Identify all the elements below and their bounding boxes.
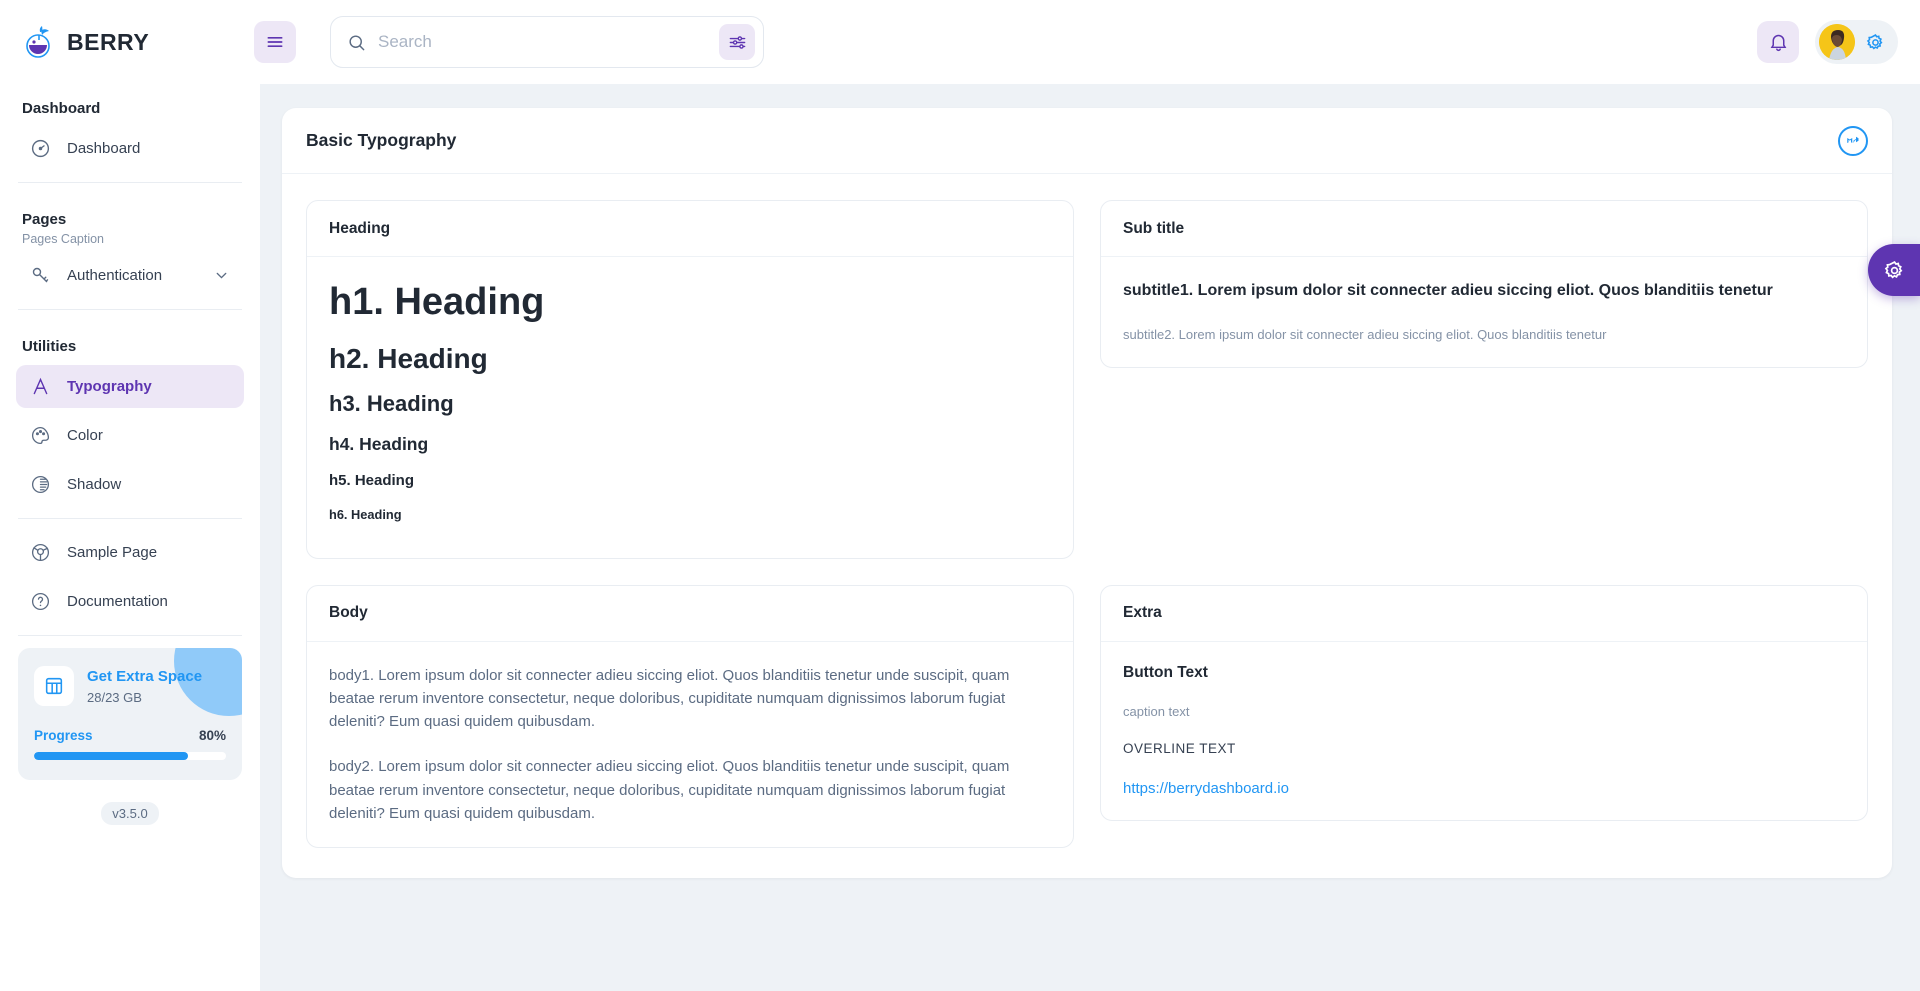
- version-badge: v3.5.0: [101, 802, 159, 825]
- profile-chip[interactable]: [1815, 20, 1898, 64]
- sidebar-item-label: Dashboard: [67, 140, 141, 157]
- search-input[interactable]: [378, 24, 707, 60]
- sidebar-divider: [18, 309, 242, 310]
- upgrade-card[interactable]: Get Extra Space 28/23 GB Progress 80%: [18, 648, 242, 780]
- subtitle2-text: subtitle2. Lorem ipsum dolor sit connect…: [1123, 327, 1607, 342]
- search-icon: [347, 33, 366, 52]
- main-content: Basic Typography Heading h1. Heading h2.…: [260, 84, 1920, 991]
- page-card-header: Basic Typography: [282, 108, 1892, 174]
- sidebar-item-label: Typography: [67, 378, 152, 395]
- chrome-circle-icon: [30, 542, 51, 563]
- typography-a-icon: [30, 376, 51, 397]
- top-header: BERRY: [0, 0, 1920, 84]
- progress-bar: [34, 752, 226, 760]
- brand-area[interactable]: BERRY: [0, 0, 260, 84]
- button-text-sample: Button Text: [1123, 663, 1208, 681]
- shadow-circle-icon: [30, 474, 51, 495]
- extra-card-title: Extra: [1101, 586, 1867, 642]
- heading-h6: h6. Heading: [329, 506, 402, 522]
- sidebar-item-color[interactable]: Color: [16, 414, 244, 457]
- upgrade-storage: 28/23 GB: [87, 689, 142, 705]
- sidebar-item-label: Documentation: [67, 593, 168, 610]
- sidebar-divider: [18, 182, 242, 183]
- heading-h1: h1. Heading: [329, 281, 545, 323]
- gear-icon[interactable]: [1865, 32, 1886, 53]
- key-icon: [30, 265, 51, 286]
- subtitle-card: Sub title subtitle1. Lorem ipsum dolor s…: [1100, 200, 1868, 368]
- heading-card-title: Heading: [307, 201, 1073, 257]
- overline-text-sample: OVERLINE TEXT: [1123, 740, 1236, 756]
- extra-card-body: Button Text caption text OVERLINE TEXT h…: [1101, 642, 1867, 820]
- upgrade-title: Get Extra Space: [87, 668, 203, 686]
- chevron-down-icon[interactable]: [213, 267, 230, 284]
- caption-text-sample: caption text: [1123, 703, 1190, 719]
- mui-logo-icon[interactable]: [1838, 125, 1868, 156]
- heading-card-body: h1. Heading h2. Heading h3. Heading h4. …: [307, 257, 1073, 558]
- sidebar-item-label: Authentication: [67, 267, 163, 284]
- body2-text: body2. Lorem ipsum dolor sit connecter a…: [329, 758, 1010, 822]
- sidebar-item-label: Color: [67, 427, 103, 444]
- sidebar-section-dashboard: Dashboard: [22, 100, 101, 117]
- search-bar[interactable]: [330, 16, 764, 68]
- berry-dashboard-link[interactable]: https://berrydashboard.io: [1123, 780, 1289, 797]
- page-title: Basic Typography: [306, 130, 457, 150]
- body-card-body: body1. Lorem ipsum dolor sit connecter a…: [307, 642, 1073, 848]
- color-palette-icon: [30, 425, 51, 446]
- sidebar-item-label: Sample Page: [67, 544, 158, 561]
- sidebar: Dashboard Dashboard Pages Pages Caption …: [0, 84, 260, 991]
- sidebar-item-documentation[interactable]: Documentation: [16, 580, 244, 623]
- subtitle-card-title: Sub title: [1101, 201, 1867, 257]
- sidebar-item-authentication[interactable]: Authentication: [16, 254, 244, 297]
- heading-h3: h3. Heading: [329, 390, 454, 416]
- body-card-title: Body: [307, 586, 1073, 642]
- brand-name: BERRY: [67, 28, 150, 55]
- heading-h2: h2. Heading: [329, 342, 488, 374]
- progress-label: Progress: [34, 728, 93, 743]
- subtitle1-text: subtitle1. Lorem ipsum dolor sit connect…: [1123, 282, 1773, 299]
- sidebar-item-dashboard[interactable]: Dashboard: [16, 127, 244, 170]
- sidebar-section-utilities: Utilities: [22, 338, 77, 355]
- customization-gear-icon[interactable]: [1868, 244, 1920, 296]
- version-row: v3.5.0: [0, 802, 260, 825]
- sidebar-item-typography[interactable]: Typography: [16, 365, 244, 408]
- sidebar-divider: [18, 635, 242, 636]
- sidebar-item-label: Shadow: [67, 476, 122, 493]
- hamburger-menu-icon[interactable]: [254, 21, 296, 63]
- filter-sliders-icon[interactable]: [719, 24, 755, 60]
- body-card: Body body1. Lorem ipsum dolor sit connec…: [306, 584, 1074, 848]
- header-actions: [1757, 20, 1920, 64]
- storage-table-icon: [34, 666, 74, 706]
- typography-page-card: Basic Typography Heading h1. Heading h2.…: [282, 108, 1892, 878]
- sidebar-divider: [18, 518, 242, 519]
- progress-row: Progress 80%: [34, 728, 226, 743]
- avatar: [1819, 24, 1855, 60]
- sidebar-item-sample-page[interactable]: Sample Page: [16, 531, 244, 574]
- body1-text: body1. Lorem ipsum dolor sit connecter a…: [329, 666, 1010, 731]
- heading-card: Heading h1. Heading h2. Heading h3. Head…: [306, 200, 1074, 559]
- typography-grid: Heading h1. Heading h2. Heading h3. Head…: [282, 174, 1892, 878]
- heading-h4: h4. Heading: [329, 433, 429, 454]
- upgrade-header: Get Extra Space 28/23 GB: [34, 666, 226, 706]
- speedometer-icon: [30, 138, 51, 159]
- progress-bar-fill: [34, 752, 188, 760]
- heading-h5: h5. Heading: [329, 471, 415, 489]
- progress-value: 80%: [198, 728, 226, 743]
- sidebar-section-pages: Pages: [22, 211, 67, 228]
- question-circle-icon: [30, 591, 51, 612]
- sidebar-item-shadow[interactable]: Shadow: [16, 463, 244, 506]
- bell-icon[interactable]: [1757, 21, 1799, 63]
- sidebar-section-pages-caption: Pages Caption: [22, 232, 105, 246]
- app-root: BERRY Search Dashboard Dashboard Pages P…: [0, 0, 1920, 991]
- extra-card: Extra Button Text caption text OVERLINE …: [1100, 584, 1868, 821]
- subtitle-card-body: subtitle1. Lorem ipsum dolor sit connect…: [1101, 257, 1867, 367]
- berry-logo-icon: [22, 25, 56, 59]
